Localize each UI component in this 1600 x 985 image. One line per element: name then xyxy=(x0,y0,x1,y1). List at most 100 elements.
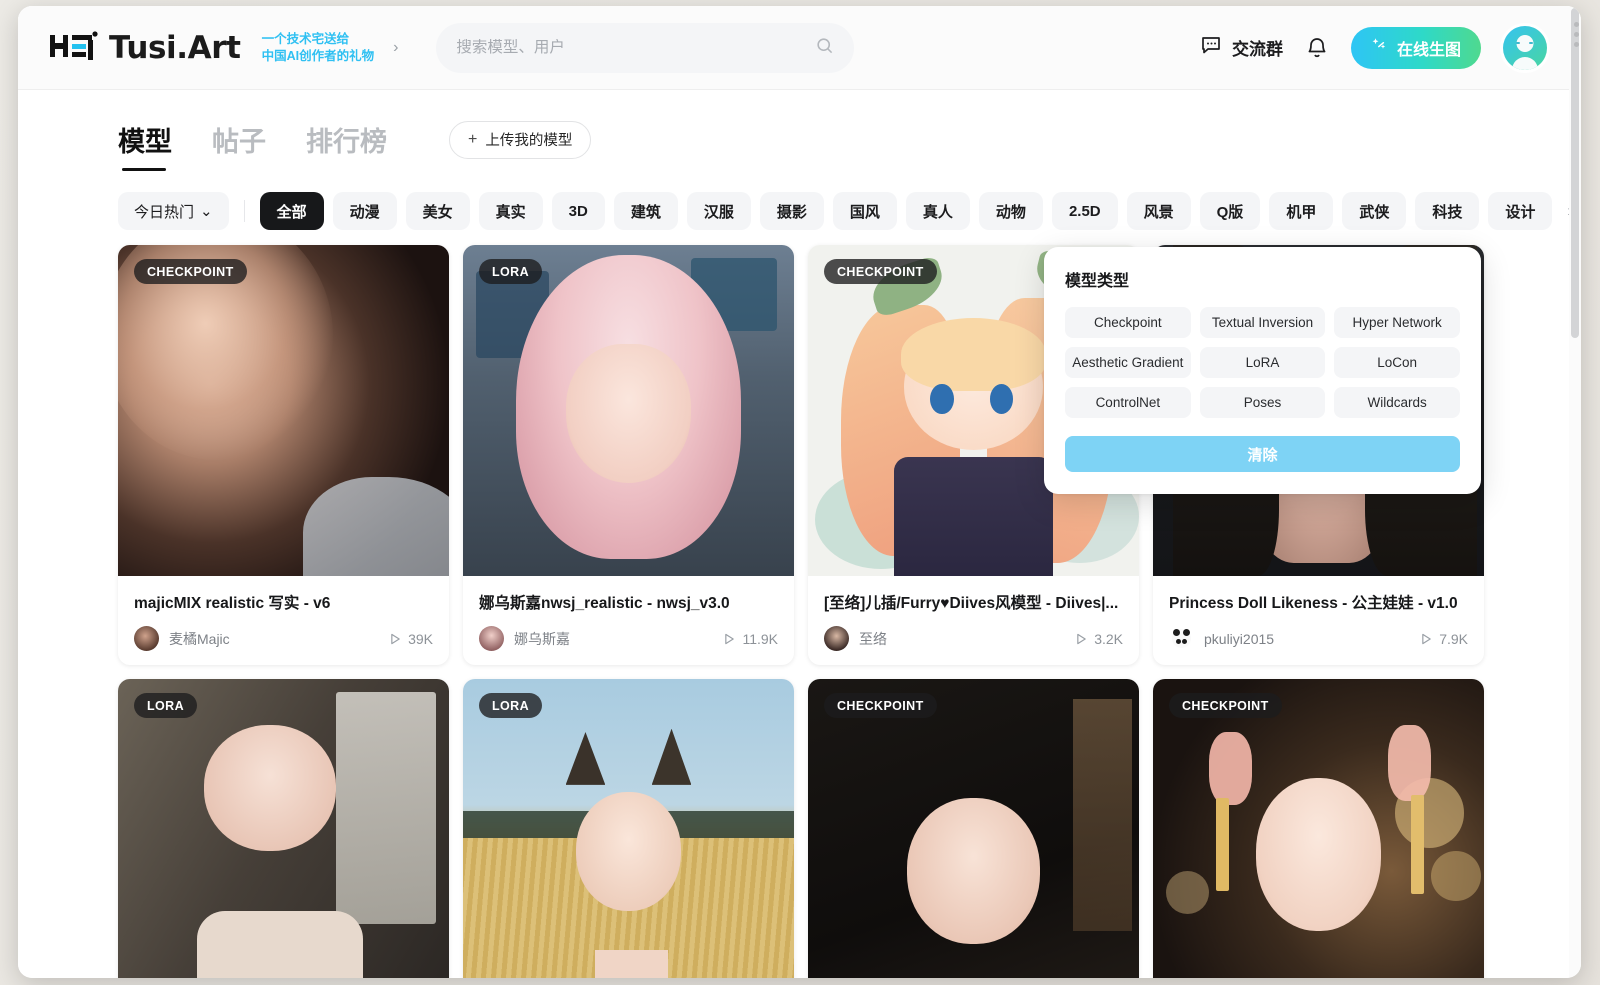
tab-posts[interactable]: 帖子 xyxy=(212,120,266,171)
model-title: 娜乌斯嘉nwsj_realistic - nwsj_v3.0 xyxy=(479,591,778,613)
thumbnail-art xyxy=(808,679,1139,978)
tab-models[interactable]: 模型 xyxy=(118,120,172,171)
download-count: 3.2K xyxy=(1076,631,1123,647)
chat-bubble-icon xyxy=(1199,33,1223,62)
model-title: [至络]儿插/Furry♥Diives风模型 - Diives|... xyxy=(824,591,1123,613)
download-count-value: 7.9K xyxy=(1439,631,1468,647)
plus-icon: + xyxy=(468,131,477,149)
page-viewport: Tusi.Art 一个技术宅送给 中国AI创作者的礼物 › xyxy=(18,6,1569,978)
author-avatar[interactable] xyxy=(134,626,159,651)
author-avatar[interactable] xyxy=(479,626,504,651)
category-chip-beauty[interactable]: 美女 xyxy=(406,192,470,230)
model-thumbnail[interactable]: LORA xyxy=(463,245,794,576)
model-type-option-textual-inversion[interactable]: Textual Inversion xyxy=(1200,307,1326,338)
model-card[interactable]: CHECKPOINT majicMIX realistic 写实 - v6 麦橘… xyxy=(118,245,449,665)
author-name[interactable]: 至络 xyxy=(859,629,887,649)
sort-dropdown[interactable]: 今日热门 ⌄ xyxy=(118,192,229,230)
author-avatar[interactable] xyxy=(1169,626,1194,651)
download-count-value: 11.9K xyxy=(742,631,778,647)
model-type-option-wildcards[interactable]: Wildcards xyxy=(1334,387,1460,418)
download-count: 7.9K xyxy=(1421,631,1468,647)
page-scrollbar-track[interactable] xyxy=(1569,6,1581,978)
clear-filters-button[interactable]: 清除 xyxy=(1065,436,1460,472)
category-chip-guofeng[interactable]: 国风 xyxy=(833,192,897,230)
category-chip-design[interactable]: 设计 xyxy=(1488,192,1552,230)
model-thumbnail[interactable]: LORA xyxy=(463,679,794,978)
category-chip-wuxia[interactable]: 武侠 xyxy=(1342,192,1406,230)
author-name[interactable]: 娜乌斯嘉 xyxy=(514,629,570,649)
play-triangle-icon xyxy=(724,633,735,645)
model-card[interactable]: CHECKPOINT xyxy=(1153,679,1484,978)
category-chip-realperson[interactable]: 真人 xyxy=(906,192,970,230)
play-triangle-icon xyxy=(1076,633,1087,645)
search-input[interactable] xyxy=(456,39,815,57)
search-icon[interactable] xyxy=(815,36,834,60)
model-title: Princess Doll Likeness - 公主娃娃 - v1.0 xyxy=(1169,591,1468,613)
model-type-badge: CHECKPOINT xyxy=(134,259,247,284)
model-thumbnail[interactable]: CHECKPOINT xyxy=(118,245,449,576)
model-type-option-poses[interactable]: Poses xyxy=(1200,387,1326,418)
model-type-badge: CHECKPOINT xyxy=(824,693,937,718)
chevron-down-icon: ⌄ xyxy=(200,202,213,220)
author-name[interactable]: pkuliyi2015 xyxy=(1204,631,1274,647)
community-group-button[interactable]: 交流群 xyxy=(1199,33,1283,62)
model-type-badge: LORA xyxy=(134,693,197,718)
model-type-option-aesthetic-gradient[interactable]: Aesthetic Gradient xyxy=(1065,347,1191,378)
page-scrollbar-thumb[interactable] xyxy=(1571,8,1579,338)
model-thumbnail[interactable]: CHECKPOINT xyxy=(1153,679,1484,978)
brand-tagline-line2: 中国AI创作者的礼物 xyxy=(262,48,375,65)
model-type-option-locon[interactable]: LoCon xyxy=(1334,347,1460,378)
model-card-body: Princess Doll Likeness - 公主娃娃 - v1.0 pku… xyxy=(1153,576,1484,665)
upload-model-label: 上传我的模型 xyxy=(485,129,572,150)
category-filter-bar: 今日热门 ⌄ 全部 动漫 美女 真实 3D 建筑 汉服 摄影 国风 真人 动物 … xyxy=(18,171,1569,231)
desktop-background: Tusi.Art 一个技术宅送给 中国AI创作者的礼物 › xyxy=(0,0,1600,985)
model-type-badge: CHECKPOINT xyxy=(824,259,937,284)
author-avatar[interactable] xyxy=(824,626,849,651)
category-chip-3d[interactable]: 3D xyxy=(552,192,605,230)
model-type-option-hyper-network[interactable]: Hyper Network xyxy=(1334,307,1460,338)
author-name[interactable]: 麦橘Majic xyxy=(169,629,230,649)
bell-icon[interactable] xyxy=(1305,35,1329,60)
category-chip-animal[interactable]: 动物 xyxy=(979,192,1043,230)
model-card-body: [至络]儿插/Furry♥Diives风模型 - Diives|... 至络 3… xyxy=(808,576,1139,665)
model-card[interactable]: CHECKPOINT xyxy=(808,679,1139,978)
category-chip-anime[interactable]: 动漫 xyxy=(333,192,397,230)
model-card[interactable]: LORA xyxy=(118,679,449,978)
category-chip-all[interactable]: 全部 xyxy=(260,192,324,230)
model-meta: 麦橘Majic 39K xyxy=(134,626,433,651)
model-type-option-lora[interactable]: LoRA xyxy=(1200,347,1326,378)
search-bar[interactable] xyxy=(436,23,854,73)
category-chip-qversion[interactable]: Q版 xyxy=(1200,192,1261,230)
category-next-arrow-icon[interactable]: › xyxy=(1561,201,1569,221)
model-thumbnail[interactable]: CHECKPOINT xyxy=(808,679,1139,978)
primary-tabs: 模型 帖子 排行榜 + 上传我的模型 xyxy=(18,90,1569,171)
brand-name: Tusi.Art xyxy=(109,30,241,66)
category-chip-realistic[interactable]: 真实 xyxy=(479,192,543,230)
download-count: 39K xyxy=(390,631,433,647)
brand-logo[interactable]: Tusi.Art 一个技术宅送给 中国AI创作者的礼物 › xyxy=(50,30,398,66)
category-chip-landscape[interactable]: 风景 xyxy=(1127,192,1191,230)
user-avatar[interactable] xyxy=(1503,26,1547,70)
model-thumbnail[interactable]: LORA xyxy=(118,679,449,978)
model-type-badge: LORA xyxy=(479,259,542,284)
upload-model-button[interactable]: + 上传我的模型 xyxy=(449,121,591,159)
category-chip-mecha[interactable]: 机甲 xyxy=(1269,192,1333,230)
chevron-right-icon[interactable]: › xyxy=(393,39,398,57)
online-generate-button[interactable]: 在线生图 xyxy=(1351,27,1481,69)
model-card[interactable]: LORA xyxy=(463,679,794,978)
model-meta: pkuliyi2015 7.9K xyxy=(1169,626,1468,651)
thumbnail-art xyxy=(118,245,449,576)
tab-leaderboard[interactable]: 排行榜 xyxy=(306,120,387,171)
model-card[interactable]: LORA 娜乌斯嘉nwsj_realistic - nwsj_v3.0 娜乌斯嘉… xyxy=(463,245,794,665)
model-type-option-controlnet[interactable]: ControlNet xyxy=(1065,387,1191,418)
model-meta: 娜乌斯嘉 11.9K xyxy=(479,626,778,651)
category-chip-hanfu[interactable]: 汉服 xyxy=(687,192,751,230)
vertical-divider xyxy=(244,200,245,222)
category-chip-tech[interactable]: 科技 xyxy=(1415,192,1479,230)
browser-window: Tusi.Art 一个技术宅送给 中国AI创作者的礼物 › xyxy=(18,6,1581,978)
category-chip-photography[interactable]: 摄影 xyxy=(760,192,824,230)
category-chip-architecture[interactable]: 建筑 xyxy=(614,192,678,230)
model-type-option-checkpoint[interactable]: Checkpoint xyxy=(1065,307,1191,338)
category-chip-25d[interactable]: 2.5D xyxy=(1052,192,1118,230)
thumbnail-art xyxy=(463,245,794,576)
